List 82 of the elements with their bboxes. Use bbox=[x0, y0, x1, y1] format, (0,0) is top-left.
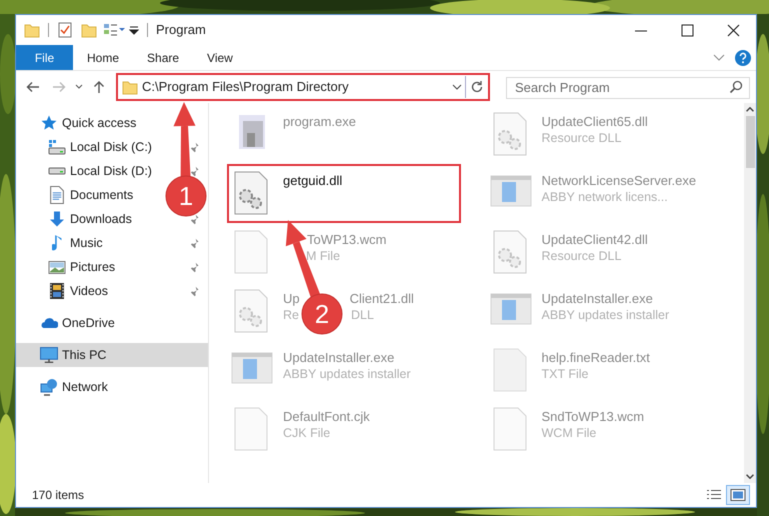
nav-item[interactable]: Downloads bbox=[16, 207, 136, 231]
file-name: UpdateInstaller.exe bbox=[542, 290, 653, 307]
file-name: NetworkLicenseServer.exe bbox=[542, 172, 696, 189]
file-type: DLL bbox=[350, 307, 374, 324]
file-item[interactable] bbox=[227, 164, 275, 223]
properties-icon[interactable] bbox=[57, 22, 73, 38]
scrollbar[interactable] bbox=[744, 103, 756, 483]
nav-item[interactable]: Pictures bbox=[16, 255, 120, 279]
file-name: Up bbox=[283, 290, 300, 307]
pin-icon[interactable] bbox=[190, 214, 199, 224]
help-icon[interactable] bbox=[735, 50, 751, 66]
maximize-icon[interactable] bbox=[678, 22, 696, 38]
step-badge bbox=[302, 294, 342, 334]
picture-frame-icon[interactable] bbox=[730, 489, 746, 501]
monitor-icon bbox=[40, 347, 58, 363]
window-title: Program bbox=[156, 21, 207, 40]
scroll-down-icon[interactable] bbox=[746, 474, 754, 479]
item-count: 170 items bbox=[32, 487, 86, 504]
nav-item[interactable]: Local Disk (C:) bbox=[16, 135, 156, 159]
pin-icon[interactable] bbox=[190, 262, 199, 272]
nav-item[interactable]: Quick access bbox=[16, 111, 208, 135]
file-name: Client21.dll bbox=[350, 290, 414, 307]
nav-item[interactable]: Local Disk (D:) bbox=[16, 159, 156, 183]
file-type: TXT File bbox=[542, 366, 588, 383]
music-note-icon bbox=[52, 235, 62, 251]
file-name: UpdateInstaller.exe bbox=[283, 349, 394, 366]
film-icon bbox=[50, 283, 64, 299]
scroll-up-icon[interactable] bbox=[746, 107, 754, 112]
file-tab[interactable]: File bbox=[16, 45, 73, 70]
star-icon bbox=[40, 115, 58, 131]
drive-icon bbox=[48, 167, 66, 175]
list-icon[interactable] bbox=[706, 489, 722, 501]
file-name: program.exe bbox=[283, 113, 356, 130]
file-name: UpdateClient65.dll bbox=[542, 113, 648, 130]
nav-item[interactable]: This PC bbox=[16, 343, 208, 367]
file-type: ABBY network licens... bbox=[542, 189, 668, 206]
file-name: SndToWP13.wcm bbox=[542, 408, 644, 425]
step-number: 2 bbox=[314, 299, 330, 329]
file-type: Resource DLL bbox=[542, 248, 622, 265]
nav-item[interactable]: Network bbox=[16, 375, 208, 399]
file-type: Resource DLL bbox=[542, 130, 622, 147]
search-icon[interactable] bbox=[729, 80, 743, 94]
folder-icon bbox=[122, 79, 138, 95]
pin-icon[interactable] bbox=[190, 238, 199, 248]
drive-icon bbox=[48, 139, 66, 155]
network-icon bbox=[40, 378, 58, 396]
step-badge bbox=[166, 176, 206, 216]
download-arrow-icon bbox=[49, 211, 65, 227]
nav-item[interactable]: OneDrive bbox=[16, 311, 208, 335]
customize-toolbar-icon[interactable] bbox=[103, 22, 125, 38]
file-name: help.fineReader.txt bbox=[542, 349, 650, 366]
file-name: DefaultFont.cjk bbox=[283, 408, 370, 425]
nav-item[interactable]: Music bbox=[16, 231, 107, 255]
scroll-thumb[interactable] bbox=[746, 116, 754, 168]
step-number: 1 bbox=[178, 181, 194, 211]
file-name: ToWP13.wcm bbox=[307, 231, 386, 248]
refresh-icon[interactable] bbox=[470, 80, 484, 94]
cloud-icon bbox=[40, 318, 58, 328]
file-type: Re bbox=[283, 307, 299, 324]
file-type: CJK File bbox=[283, 425, 330, 442]
picture-icon bbox=[48, 260, 66, 274]
pin-icon[interactable] bbox=[190, 286, 199, 296]
file-type: WCM File bbox=[542, 425, 596, 442]
pin-icon[interactable] bbox=[190, 142, 199, 152]
chevron-down-icon[interactable] bbox=[452, 83, 462, 91]
large-icons-view-button[interactable] bbox=[726, 485, 750, 505]
nav-item[interactable]: Videos bbox=[16, 279, 112, 303]
file-type: M File bbox=[306, 248, 340, 265]
ribbon-tab[interactable]: Home bbox=[73, 45, 134, 70]
document-icon bbox=[50, 186, 64, 204]
file-name: UpdateClient42.dll bbox=[542, 231, 648, 248]
file-type: ABBY updates installer bbox=[542, 307, 670, 324]
ribbon-tab[interactable]: View bbox=[193, 45, 247, 70]
address-field[interactable]: C:\Program Files\Program Directory bbox=[116, 73, 490, 101]
nav-item[interactable]: Documents bbox=[16, 183, 138, 207]
search-field[interactable]: Search Program bbox=[506, 76, 750, 98]
file-name: getguid.dll bbox=[283, 172, 342, 189]
file-type: ABBY updates installer bbox=[283, 366, 411, 383]
pin-icon[interactable] bbox=[190, 166, 199, 176]
ribbon-tab[interactable]: Share bbox=[133, 45, 194, 70]
address-path: C:\Program Files\Program Directory bbox=[142, 78, 350, 96]
close-icon[interactable] bbox=[724, 22, 742, 38]
